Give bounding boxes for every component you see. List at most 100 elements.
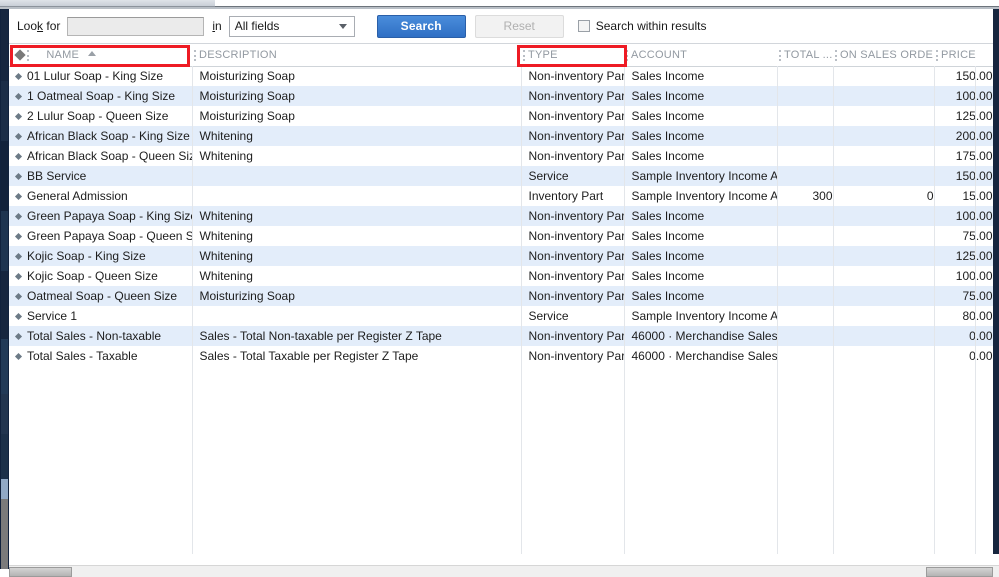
- cell-name: African Black Soap - King Size: [9, 126, 193, 146]
- cell-account: 46000 · Merchandise Sales: [624, 346, 778, 366]
- left-edge-rail: [0, 9, 9, 569]
- table-row[interactable]: African Black Soap - Queen Size Whitening…: [9, 146, 993, 166]
- cell-name: Service 1: [9, 306, 193, 326]
- table-row[interactable]: Kojic Soap - King Size Whitening Non-inven…: [9, 246, 993, 266]
- column-header-name[interactable]: NAME: [9, 45, 192, 67]
- cell-price: 75.00: [934, 226, 993, 246]
- cell-name-label: General Admission: [27, 189, 128, 203]
- cell-price: 150.00: [934, 66, 993, 86]
- horizontal-scrollbar-thumb-right[interactable]: [926, 567, 993, 577]
- cell-total: [777, 106, 834, 126]
- horizontal-scrollbar[interactable]: [9, 565, 999, 577]
- cell-on_sales_order: [833, 306, 935, 326]
- column-header-description[interactable]: DESCRIPTION: [192, 45, 521, 67]
- cell-description: Whitening: [192, 126, 522, 146]
- table-row[interactable]: Total Sales - Non-taxable Sales - Total N…: [9, 326, 993, 346]
- window-chrome-left: [0, 0, 215, 7]
- table-row[interactable]: General Admission Inventory Part Sample In…: [9, 186, 993, 206]
- cell-total: [777, 126, 834, 146]
- cell-name-label: BB Service: [27, 169, 87, 183]
- table-row[interactable]: Kojic Soap - Queen Size Whitening Non-inve…: [9, 266, 993, 286]
- cell-account: Sample Inventory Income Acc...: [624, 306, 778, 326]
- sort-ascending-icon: [88, 51, 97, 57]
- cell-on_sales_order: [833, 146, 935, 166]
- cell-type: Non-inventory Part: [521, 266, 625, 286]
- cell-account: Sales Income: [624, 286, 778, 306]
- table-row[interactable]: Service 1 Service Sample Inventory Income …: [9, 306, 993, 326]
- cell-account: 46000 · Merchandise Sales: [624, 326, 778, 346]
- diamond-bullet-icon: [14, 172, 23, 181]
- cell-type: Service: [521, 166, 625, 186]
- column-header-description-label: DESCRIPTION: [199, 49, 277, 62]
- cell-type: Non-inventory Part: [521, 146, 625, 166]
- column-header-on-sales-order[interactable]: ON SALES ORDER: [833, 45, 934, 67]
- cell-account: Sales Income: [624, 66, 778, 86]
- search-button[interactable]: Search: [376, 14, 466, 38]
- cell-on_sales_order: [833, 66, 935, 86]
- item-table-container[interactable]: NAME DESCRIPTION TYPE ACCOUNT TOTAL ... …: [9, 45, 993, 554]
- horizontal-scrollbar-thumb-left[interactable]: [9, 567, 72, 577]
- column-grip-icon[interactable]: [27, 50, 29, 61]
- cell-total: [777, 166, 834, 186]
- column-header-price[interactable]: PRICE: [934, 45, 993, 67]
- cell-total: [777, 226, 834, 246]
- reset-button[interactable]: Reset: [474, 14, 564, 38]
- search-field-select[interactable]: All fields: [228, 15, 355, 37]
- cell-account: Sales Income: [624, 246, 778, 266]
- cell-price: 0.00: [934, 346, 993, 366]
- table-row[interactable]: African Black Soap - King Size Whitening N…: [9, 126, 993, 146]
- table-row[interactable]: BB Service Service Sample Inventory Income…: [9, 166, 993, 186]
- cell-total: [777, 206, 834, 226]
- cell-on_sales_order: [833, 206, 935, 226]
- cell-description: Moisturizing Soap: [192, 66, 522, 86]
- search-within-results-label: Search within results: [595, 19, 707, 33]
- cell-total: [777, 266, 834, 286]
- cell-type: Non-inventory Part: [521, 286, 625, 306]
- cell-on_sales_order: [833, 266, 935, 286]
- window-chrome-right: [215, 0, 999, 7]
- search-within-results-toggle[interactable]: Search within results: [577, 19, 707, 33]
- cell-name: Oatmeal Soap - Queen Size: [9, 286, 193, 306]
- cell-name-label: 1 Oatmeal Soap - King Size: [27, 89, 176, 103]
- table-row[interactable]: Green Papaya Soap - Queen Size Whitening N…: [9, 226, 993, 246]
- table-row[interactable]: 1 Oatmeal Soap - King Size Moisturizing S…: [9, 86, 993, 106]
- cell-description: [192, 306, 522, 326]
- diamond-bullet-icon: [14, 212, 23, 221]
- search-input[interactable]: [67, 16, 205, 36]
- column-header-total[interactable]: TOTAL ...: [777, 45, 833, 67]
- column-header-type[interactable]: TYPE: [521, 45, 624, 67]
- table-row[interactable]: 2 Lulur Soap - Queen Size Moisturizing So…: [9, 106, 993, 126]
- column-header-total-label: TOTAL ...: [784, 49, 833, 62]
- diamond-bullet-icon: [14, 352, 23, 361]
- search-toolbar: Look for in All fields Search Reset Sear…: [9, 9, 993, 44]
- table-row[interactable]: 01 Lulur Soap - King Size Moisturizing So…: [9, 66, 993, 86]
- cell-description: Sales - Total Taxable per Register Z Tap…: [192, 346, 522, 366]
- cell-account: Sales Income: [624, 86, 778, 106]
- table-row[interactable]: Green Papaya Soap - King Size Whitening No…: [9, 206, 993, 226]
- cell-on_sales_order: [833, 86, 935, 106]
- look-for-label: Look for: [17, 19, 61, 33]
- table-body: 01 Lulur Soap - King Size Moisturizing So…: [9, 66, 993, 366]
- cell-price: 80.00: [934, 306, 993, 326]
- cell-on_sales_order: [833, 106, 935, 126]
- right-edge-rail: [993, 9, 999, 554]
- checkbox-icon[interactable]: [577, 20, 590, 32]
- diamond-icon: [14, 49, 26, 61]
- diamond-bullet-icon: [14, 312, 23, 321]
- cell-on_sales_order: 0: [833, 186, 935, 206]
- column-header-type-label: TYPE: [528, 49, 558, 62]
- cell-on_sales_order: [833, 346, 935, 366]
- cell-description: Moisturizing Soap: [192, 86, 522, 106]
- column-header-account[interactable]: ACCOUNT: [624, 45, 777, 67]
- column-header-account-label: ACCOUNT: [631, 49, 688, 62]
- diamond-bullet-icon: [14, 332, 23, 341]
- column-header-on-sales-order-label: ON SALES ORDER: [840, 49, 934, 62]
- cell-total: [777, 86, 834, 106]
- cell-name-label: African Black Soap - King Size: [27, 129, 190, 143]
- cell-name-label: 01 Lulur Soap - King Size: [27, 69, 164, 84]
- cell-description: Whitening: [192, 246, 522, 266]
- cell-type: Non-inventory Part: [521, 246, 625, 266]
- table-row[interactable]: Oatmeal Soap - Queen Size Moisturizing So…: [9, 286, 993, 306]
- table-row[interactable]: Total Sales - Taxable Sales - Total Taxab…: [9, 346, 993, 366]
- cell-account: Sales Income: [624, 266, 778, 286]
